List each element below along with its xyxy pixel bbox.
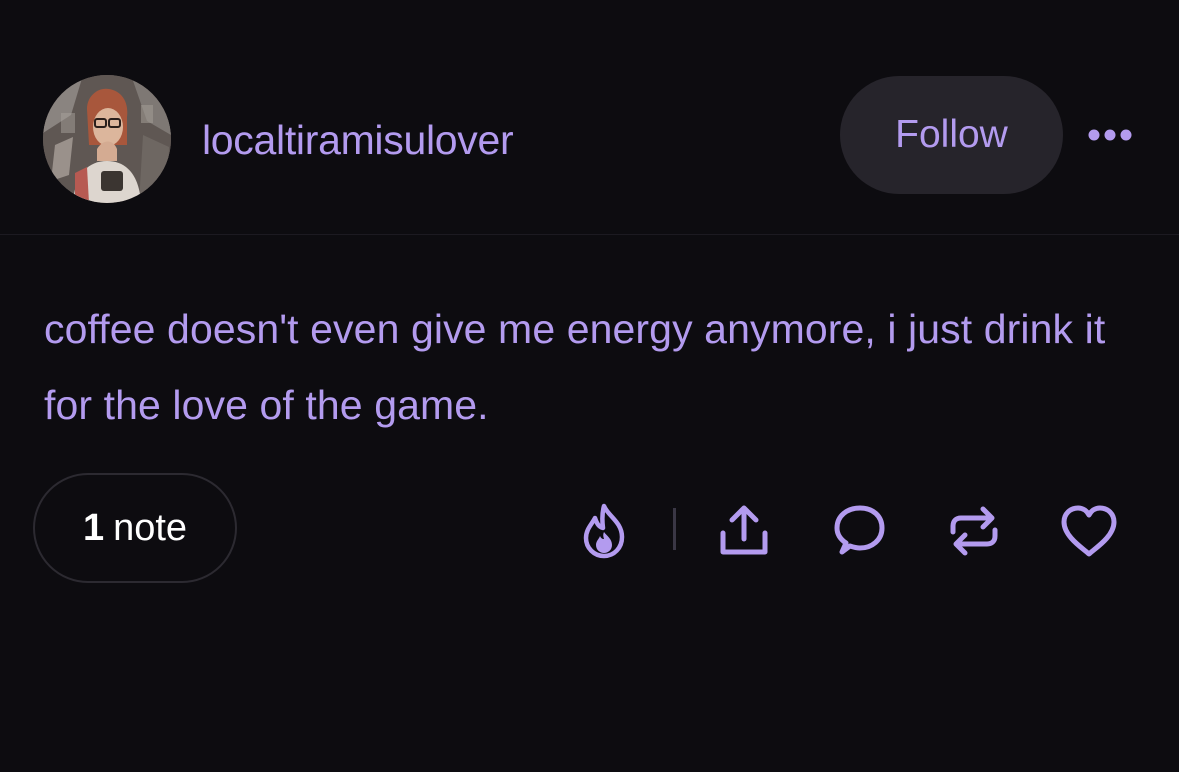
reply-button[interactable] xyxy=(828,500,890,562)
blaze-button[interactable] xyxy=(573,500,635,562)
reblog-arrows-icon xyxy=(950,506,998,556)
post-body-text: coffee doesn't even give me energy anymo… xyxy=(44,306,1106,428)
avatar[interactable] xyxy=(43,75,171,203)
notes-count: 1 xyxy=(82,506,105,549)
more-options-button[interactable] xyxy=(1080,113,1140,157)
notes-button[interactable]: 1 note xyxy=(33,473,237,583)
reblog-button[interactable] xyxy=(943,500,1005,562)
like-button[interactable] xyxy=(1058,500,1120,562)
post-header: localtiramisulover Follow xyxy=(0,0,1179,235)
actions-divider xyxy=(673,508,676,550)
comment-bubble-icon xyxy=(834,505,885,555)
more-dots-icon xyxy=(1088,129,1132,141)
share-button[interactable] xyxy=(713,500,775,562)
username[interactable]: localtiramisulover xyxy=(202,112,514,168)
flame-icon xyxy=(583,503,625,559)
heart-icon xyxy=(1061,505,1117,557)
share-upload-icon xyxy=(720,505,768,555)
follow-button[interactable]: Follow xyxy=(840,76,1063,194)
notes-label: note xyxy=(113,506,188,549)
